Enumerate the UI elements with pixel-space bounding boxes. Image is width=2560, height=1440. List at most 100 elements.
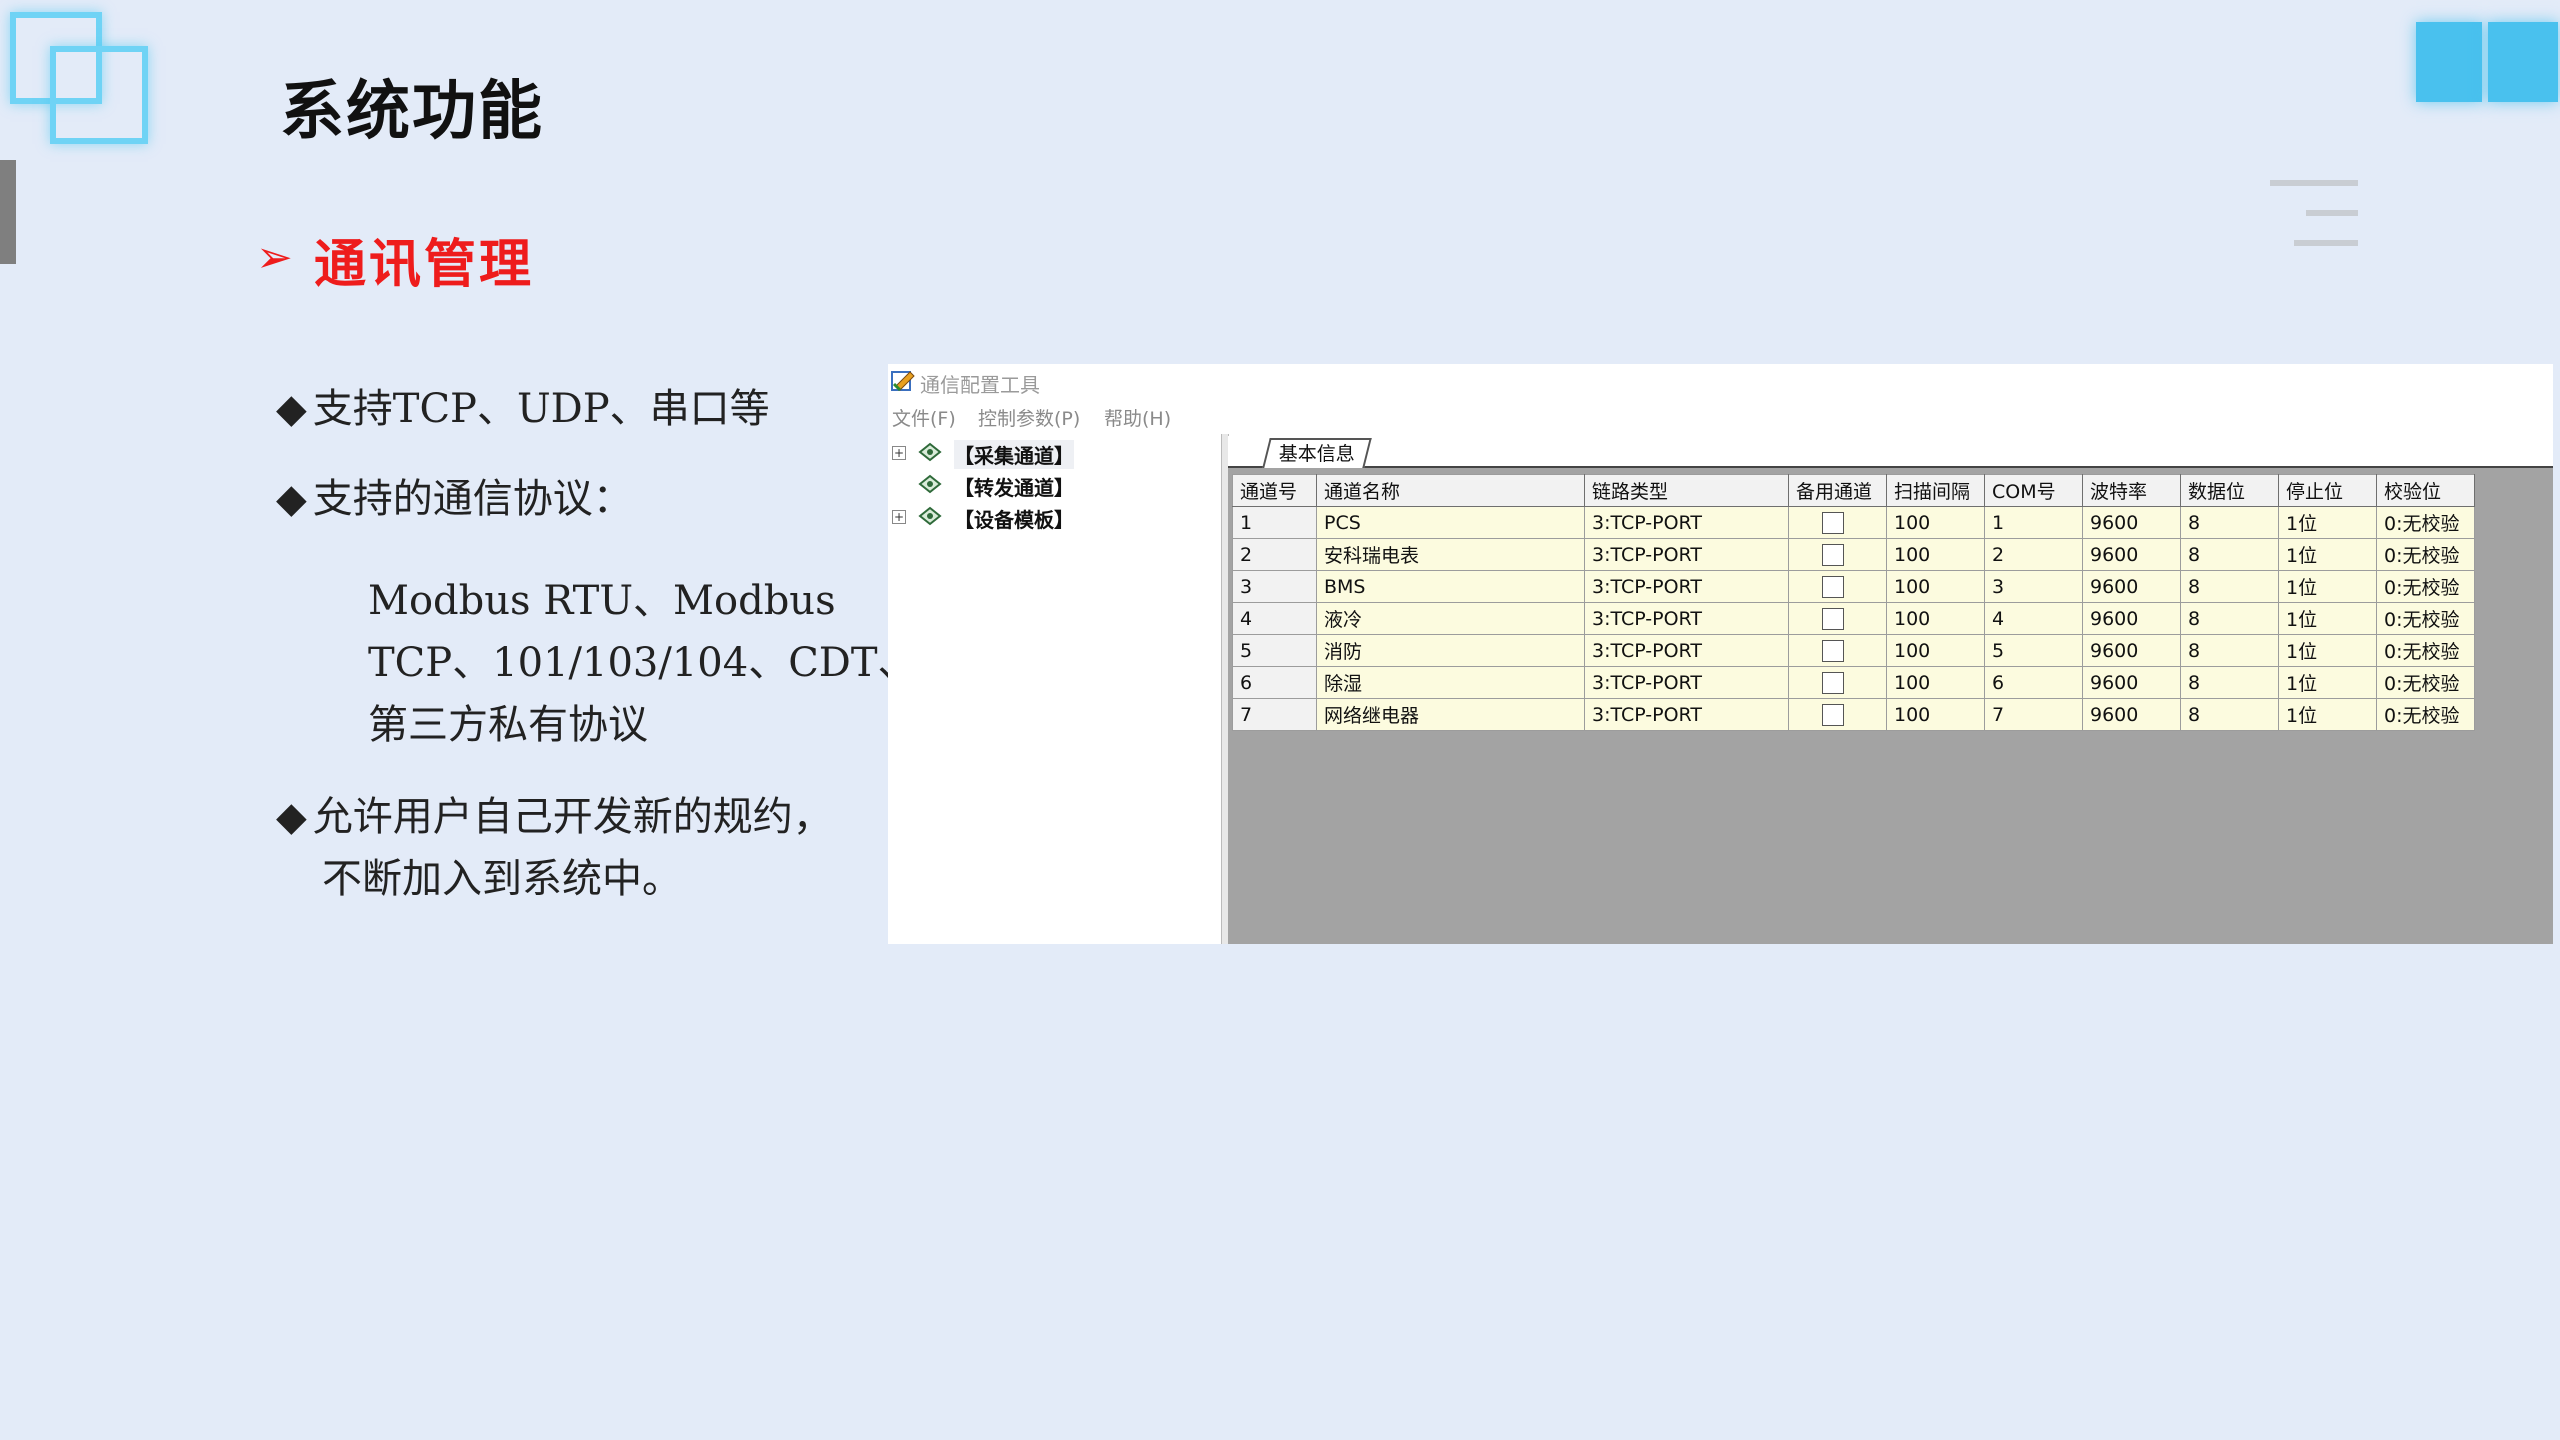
- table-cell[interactable]: 1: [1232, 506, 1317, 539]
- backup-channel-cell[interactable]: [1788, 570, 1887, 603]
- table-cell[interactable]: 100: [1886, 634, 1985, 667]
- tab-basic-info[interactable]: 基本信息: [1262, 438, 1372, 468]
- table-cell[interactable]: 8: [2180, 602, 2279, 635]
- table-cell[interactable]: 2: [1984, 538, 2083, 571]
- backup-channel-cell[interactable]: [1788, 538, 1887, 571]
- table-cell[interactable]: 0:无校验: [2376, 602, 2475, 635]
- table-cell[interactable]: 3:TCP-PORT: [1584, 634, 1789, 667]
- table-cell[interactable]: 8: [2180, 698, 2279, 731]
- table-row[interactable]: 4 液冷 3:TCP-PORT 100 4 9600 8 1位 0:无校验: [1232, 602, 2475, 635]
- table-cell[interactable]: 9600: [2082, 506, 2181, 539]
- table-row[interactable]: 1 PCS 3:TCP-PORT 100 1 9600 8 1位 0:无校验: [1232, 506, 2475, 539]
- expand-toggle-icon[interactable]: +: [892, 446, 906, 460]
- table-cell[interactable]: 4: [1984, 602, 2083, 635]
- table-cell[interactable]: 9600: [2082, 698, 2181, 731]
- column-header[interactable]: 校验位: [2376, 474, 2475, 507]
- menu-file[interactable]: 文件(F): [892, 404, 956, 431]
- table-cell[interactable]: 0:无校验: [2376, 634, 2475, 667]
- table-cell[interactable]: 4: [1232, 602, 1317, 635]
- table-row[interactable]: 2 安科瑞电表 3:TCP-PORT 100 2 9600 8 1位 0:无校验: [1232, 538, 2475, 571]
- backup-channel-cell[interactable]: [1788, 698, 1887, 731]
- table-cell[interactable]: 8: [2180, 634, 2279, 667]
- menu-control-params[interactable]: 控制参数(P): [978, 404, 1080, 431]
- backup-channel-checkbox[interactable]: [1822, 575, 1844, 598]
- table-cell[interactable]: 8: [2180, 506, 2279, 539]
- column-header[interactable]: 通道号: [1232, 474, 1317, 507]
- table-row[interactable]: 3 BMS 3:TCP-PORT 100 3 9600 8 1位 0:无校验: [1232, 570, 2475, 603]
- table-cell[interactable]: 100: [1886, 570, 1985, 603]
- table-cell[interactable]: 1位: [2278, 506, 2377, 539]
- backup-channel-checkbox[interactable]: [1822, 639, 1844, 662]
- table-cell[interactable]: 5: [1984, 634, 2083, 667]
- table-cell[interactable]: 9600: [2082, 602, 2181, 635]
- table-cell[interactable]: 5: [1232, 634, 1317, 667]
- table-cell[interactable]: 100: [1886, 602, 1985, 635]
- column-header[interactable]: 波特率: [2082, 474, 2181, 507]
- table-cell[interactable]: 0:无校验: [2376, 538, 2475, 571]
- table-cell[interactable]: 3:TCP-PORT: [1584, 698, 1789, 731]
- expand-toggle-icon[interactable]: +: [892, 510, 906, 524]
- column-header[interactable]: 通道名称: [1316, 474, 1585, 507]
- table-cell[interactable]: 3:TCP-PORT: [1584, 570, 1789, 603]
- table-cell[interactable]: 8: [2180, 666, 2279, 699]
- table-cell[interactable]: 消防: [1316, 634, 1585, 667]
- column-header[interactable]: 备用通道: [1788, 474, 1887, 507]
- table-cell[interactable]: 9600: [2082, 634, 2181, 667]
- column-header[interactable]: 停止位: [2278, 474, 2377, 507]
- table-cell[interactable]: 0:无校验: [2376, 570, 2475, 603]
- table-cell[interactable]: 安科瑞电表: [1316, 538, 1585, 571]
- table-cell[interactable]: 1位: [2278, 602, 2377, 635]
- table-cell[interactable]: 1位: [2278, 666, 2377, 699]
- table-cell[interactable]: 1位: [2278, 538, 2377, 571]
- table-cell[interactable]: 3:TCP-PORT: [1584, 602, 1789, 635]
- table-cell[interactable]: 8: [2180, 538, 2279, 571]
- table-cell[interactable]: BMS: [1316, 570, 1585, 603]
- table-row[interactable]: 5 消防 3:TCP-PORT 100 5 9600 8 1位 0:无校验: [1232, 634, 2475, 667]
- backup-channel-cell[interactable]: [1788, 506, 1887, 539]
- backup-channel-cell[interactable]: [1788, 666, 1887, 699]
- table-cell[interactable]: 网络继电器: [1316, 698, 1585, 731]
- table-cell[interactable]: 100: [1886, 698, 1985, 731]
- backup-channel-checkbox[interactable]: [1822, 543, 1844, 566]
- table-cell[interactable]: 9600: [2082, 570, 2181, 603]
- table-cell[interactable]: 液冷: [1316, 602, 1585, 635]
- table-cell[interactable]: 1位: [2278, 570, 2377, 603]
- table-cell[interactable]: 0:无校验: [2376, 666, 2475, 699]
- table-row[interactable]: 6 除湿 3:TCP-PORT 100 6 9600 8 1位 0:无校验: [1232, 666, 2475, 699]
- table-cell[interactable]: 1位: [2278, 634, 2377, 667]
- backup-channel-checkbox[interactable]: [1822, 703, 1844, 726]
- table-cell[interactable]: 3: [1984, 570, 2083, 603]
- backup-channel-cell[interactable]: [1788, 602, 1887, 635]
- backup-channel-checkbox[interactable]: [1822, 607, 1844, 630]
- table-cell[interactable]: 1位: [2278, 698, 2377, 731]
- table-cell[interactable]: PCS: [1316, 506, 1585, 539]
- table-cell[interactable]: 3:TCP-PORT: [1584, 538, 1789, 571]
- menu-help[interactable]: 帮助(H): [1104, 404, 1171, 431]
- table-cell[interactable]: 7: [1232, 698, 1317, 731]
- table-cell[interactable]: 6: [1984, 666, 2083, 699]
- column-header[interactable]: 数据位: [2180, 474, 2279, 507]
- table-cell[interactable]: 8: [2180, 570, 2279, 603]
- table-cell[interactable]: 100: [1886, 506, 1985, 539]
- table-cell[interactable]: 3: [1232, 570, 1317, 603]
- column-header[interactable]: 扫描间隔: [1886, 474, 1985, 507]
- table-cell[interactable]: 6: [1232, 666, 1317, 699]
- column-header[interactable]: 链路类型: [1584, 474, 1789, 507]
- backup-channel-checkbox[interactable]: [1822, 671, 1844, 694]
- table-cell[interactable]: 2: [1232, 538, 1317, 571]
- table-cell[interactable]: 100: [1886, 538, 1985, 571]
- table-cell[interactable]: 3:TCP-PORT: [1584, 666, 1789, 699]
- table-cell[interactable]: 0:无校验: [2376, 506, 2475, 539]
- table-cell[interactable]: 除湿: [1316, 666, 1585, 699]
- table-row[interactable]: 7 网络继电器 3:TCP-PORT 100 7 9600 8 1位 0:无校验: [1232, 698, 2475, 731]
- backup-channel-cell[interactable]: [1788, 634, 1887, 667]
- table-cell[interactable]: 7: [1984, 698, 2083, 731]
- table-cell[interactable]: 9600: [2082, 538, 2181, 571]
- table-cell[interactable]: 3:TCP-PORT: [1584, 506, 1789, 539]
- table-cell[interactable]: 1: [1984, 506, 2083, 539]
- table-cell[interactable]: 9600: [2082, 666, 2181, 699]
- table-cell[interactable]: 0:无校验: [2376, 698, 2475, 731]
- column-header[interactable]: COM号: [1984, 474, 2083, 507]
- backup-channel-checkbox[interactable]: [1822, 511, 1844, 534]
- table-cell[interactable]: 100: [1886, 666, 1985, 699]
